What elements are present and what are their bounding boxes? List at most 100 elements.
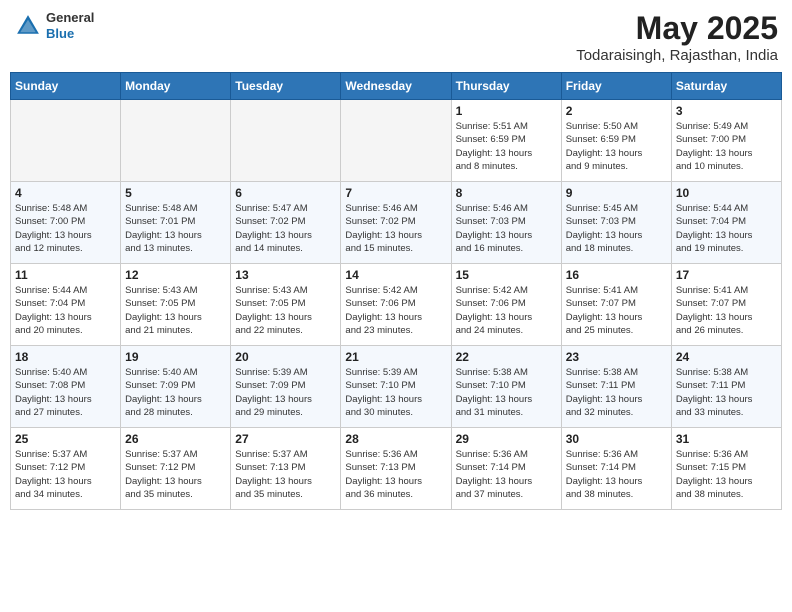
calendar-cell: 30 Sunrise: 5:36 AM Sunset: 7:14 PM Dayli… bbox=[561, 428, 671, 510]
day-number: 27 bbox=[235, 432, 336, 446]
weekday-header: Tuesday bbox=[231, 73, 341, 100]
calendar-week-row: 11 Sunrise: 5:44 AM Sunset: 7:04 PM Dayli… bbox=[11, 264, 782, 346]
logo-blue: Blue bbox=[46, 26, 94, 42]
calendar-title: May 2025 bbox=[576, 10, 778, 47]
calendar-cell: 6 Sunrise: 5:47 AM Sunset: 7:02 PM Daylig… bbox=[231, 182, 341, 264]
day-number: 7 bbox=[345, 186, 446, 200]
page-header: General Blue May 2025 Todaraisingh, Raja… bbox=[10, 10, 782, 64]
weekday-header-row: SundayMondayTuesdayWednesdayThursdayFrid… bbox=[11, 73, 782, 100]
day-number: 10 bbox=[676, 186, 777, 200]
calendar-cell: 23 Sunrise: 5:38 AM Sunset: 7:11 PM Dayli… bbox=[561, 346, 671, 428]
day-number: 20 bbox=[235, 350, 336, 364]
calendar-cell: 9Sunrise: 5:45 AM Sunset: 7:03 PM Daylig… bbox=[561, 182, 671, 264]
calendar-cell: 11 Sunrise: 5:44 AM Sunset: 7:04 PM Dayli… bbox=[11, 264, 121, 346]
calendar-cell: 5Sunrise: 5:48 AM Sunset: 7:01 PM Daylig… bbox=[121, 182, 231, 264]
day-info: Sunrise: 5:38 AM Sunset: 7:10 PM Dayligh… bbox=[456, 366, 557, 419]
calendar-week-row: 4Sunrise: 5:48 AM Sunset: 7:00 PM Daylig… bbox=[11, 182, 782, 264]
day-info: Sunrise: 5:43 AM Sunset: 7:05 PM Dayligh… bbox=[125, 284, 226, 337]
calendar-cell: 29 Sunrise: 5:36 AM Sunset: 7:14 PM Dayli… bbox=[451, 428, 561, 510]
day-info: Sunrise: 5:37 AM Sunset: 7:12 PM Dayligh… bbox=[125, 448, 226, 501]
logo: General Blue bbox=[14, 10, 94, 41]
day-info: Sunrise: 5:36 AM Sunset: 7:14 PM Dayligh… bbox=[456, 448, 557, 501]
day-number: 29 bbox=[456, 432, 557, 446]
day-number: 1 bbox=[456, 104, 557, 118]
day-number: 21 bbox=[345, 350, 446, 364]
calendar-cell: 16Sunrise: 5:41 AM Sunset: 7:07 PM Dayli… bbox=[561, 264, 671, 346]
logo-text: General Blue bbox=[46, 10, 94, 41]
calendar-cell: 17Sunrise: 5:41 AM Sunset: 7:07 PM Dayli… bbox=[671, 264, 781, 346]
day-info: Sunrise: 5:50 AM Sunset: 6:59 PM Dayligh… bbox=[566, 120, 667, 173]
calendar-week-row: 18Sunrise: 5:40 AM Sunset: 7:08 PM Dayli… bbox=[11, 346, 782, 428]
calendar-cell: 13 Sunrise: 5:43 AM Sunset: 7:05 PM Dayli… bbox=[231, 264, 341, 346]
day-info: Sunrise: 5:36 AM Sunset: 7:15 PM Dayligh… bbox=[676, 448, 777, 501]
weekday-header: Thursday bbox=[451, 73, 561, 100]
day-number: 14 bbox=[345, 268, 446, 282]
day-number: 11 bbox=[15, 268, 116, 282]
day-number: 26 bbox=[125, 432, 226, 446]
calendar-cell: 25Sunrise: 5:37 AM Sunset: 7:12 PM Dayli… bbox=[11, 428, 121, 510]
calendar-cell: 2 Sunrise: 5:50 AM Sunset: 6:59 PM Daylig… bbox=[561, 100, 671, 182]
day-info: Sunrise: 5:44 AM Sunset: 7:04 PM Dayligh… bbox=[676, 202, 777, 255]
calendar-cell: 14 Sunrise: 5:42 AM Sunset: 7:06 PM Dayli… bbox=[341, 264, 451, 346]
day-number: 31 bbox=[676, 432, 777, 446]
day-number: 15 bbox=[456, 268, 557, 282]
calendar-cell: 22 Sunrise: 5:38 AM Sunset: 7:10 PM Dayli… bbox=[451, 346, 561, 428]
calendar-cell: 27 Sunrise: 5:37 AM Sunset: 7:13 PM Dayli… bbox=[231, 428, 341, 510]
calendar-cell: 20 Sunrise: 5:39 AM Sunset: 7:09 PM Dayli… bbox=[231, 346, 341, 428]
day-number: 23 bbox=[566, 350, 667, 364]
day-number: 22 bbox=[456, 350, 557, 364]
day-info: Sunrise: 5:43 AM Sunset: 7:05 PM Dayligh… bbox=[235, 284, 336, 337]
day-number: 18 bbox=[15, 350, 116, 364]
day-info: Sunrise: 5:41 AM Sunset: 7:07 PM Dayligh… bbox=[676, 284, 777, 337]
day-info: Sunrise: 5:39 AM Sunset: 7:09 PM Dayligh… bbox=[235, 366, 336, 419]
day-number: 4 bbox=[15, 186, 116, 200]
day-info: Sunrise: 5:51 AM Sunset: 6:59 PM Dayligh… bbox=[456, 120, 557, 173]
calendar-cell: 1 Sunrise: 5:51 AM Sunset: 6:59 PM Daylig… bbox=[451, 100, 561, 182]
calendar-cell: 10 Sunrise: 5:44 AM Sunset: 7:04 PM Dayli… bbox=[671, 182, 781, 264]
day-info: Sunrise: 5:40 AM Sunset: 7:09 PM Dayligh… bbox=[125, 366, 226, 419]
day-number: 19 bbox=[125, 350, 226, 364]
day-info: Sunrise: 5:38 AM Sunset: 7:11 PM Dayligh… bbox=[566, 366, 667, 419]
weekday-header: Saturday bbox=[671, 73, 781, 100]
logo-icon bbox=[14, 12, 42, 40]
day-info: Sunrise: 5:38 AM Sunset: 7:11 PM Dayligh… bbox=[676, 366, 777, 419]
calendar-cell: 21 Sunrise: 5:39 AM Sunset: 7:10 PM Dayli… bbox=[341, 346, 451, 428]
weekday-header: Friday bbox=[561, 73, 671, 100]
day-info: Sunrise: 5:49 AM Sunset: 7:00 PM Dayligh… bbox=[676, 120, 777, 173]
day-info: Sunrise: 5:37 AM Sunset: 7:13 PM Dayligh… bbox=[235, 448, 336, 501]
calendar-cell: 12 Sunrise: 5:43 AM Sunset: 7:05 PM Dayli… bbox=[121, 264, 231, 346]
day-info: Sunrise: 5:37 AM Sunset: 7:12 PM Dayligh… bbox=[15, 448, 116, 501]
day-info: Sunrise: 5:47 AM Sunset: 7:02 PM Dayligh… bbox=[235, 202, 336, 255]
day-info: Sunrise: 5:44 AM Sunset: 7:04 PM Dayligh… bbox=[15, 284, 116, 337]
day-info: Sunrise: 5:36 AM Sunset: 7:14 PM Dayligh… bbox=[566, 448, 667, 501]
day-number: 2 bbox=[566, 104, 667, 118]
day-info: Sunrise: 5:39 AM Sunset: 7:10 PM Dayligh… bbox=[345, 366, 446, 419]
logo-general: General bbox=[46, 10, 94, 26]
day-number: 13 bbox=[235, 268, 336, 282]
calendar-cell bbox=[11, 100, 121, 182]
calendar-subtitle: Todaraisingh, Rajasthan, India bbox=[576, 47, 778, 64]
day-info: Sunrise: 5:46 AM Sunset: 7:03 PM Dayligh… bbox=[456, 202, 557, 255]
day-number: 30 bbox=[566, 432, 667, 446]
day-number: 24 bbox=[676, 350, 777, 364]
calendar-cell bbox=[231, 100, 341, 182]
calendar-cell: 3 Sunrise: 5:49 AM Sunset: 7:00 PM Daylig… bbox=[671, 100, 781, 182]
calendar-cell bbox=[341, 100, 451, 182]
calendar-cell: 15Sunrise: 5:42 AM Sunset: 7:06 PM Dayli… bbox=[451, 264, 561, 346]
day-info: Sunrise: 5:41 AM Sunset: 7:07 PM Dayligh… bbox=[566, 284, 667, 337]
day-info: Sunrise: 5:36 AM Sunset: 7:13 PM Dayligh… bbox=[345, 448, 446, 501]
day-number: 12 bbox=[125, 268, 226, 282]
calendar-cell: 26 Sunrise: 5:37 AM Sunset: 7:12 PM Dayli… bbox=[121, 428, 231, 510]
weekday-header: Sunday bbox=[11, 73, 121, 100]
calendar-cell bbox=[121, 100, 231, 182]
day-info: Sunrise: 5:48 AM Sunset: 7:01 PM Dayligh… bbox=[125, 202, 226, 255]
calendar-cell: 19 Sunrise: 5:40 AM Sunset: 7:09 PM Dayli… bbox=[121, 346, 231, 428]
day-number: 3 bbox=[676, 104, 777, 118]
calendar-week-row: 25Sunrise: 5:37 AM Sunset: 7:12 PM Dayli… bbox=[11, 428, 782, 510]
day-number: 6 bbox=[235, 186, 336, 200]
day-info: Sunrise: 5:42 AM Sunset: 7:06 PM Dayligh… bbox=[345, 284, 446, 337]
calendar-cell: 8Sunrise: 5:46 AM Sunset: 7:03 PM Daylig… bbox=[451, 182, 561, 264]
calendar-cell: 31 Sunrise: 5:36 AM Sunset: 7:15 PM Dayli… bbox=[671, 428, 781, 510]
calendar-cell: 4Sunrise: 5:48 AM Sunset: 7:00 PM Daylig… bbox=[11, 182, 121, 264]
calendar-cell: 7Sunrise: 5:46 AM Sunset: 7:02 PM Daylig… bbox=[341, 182, 451, 264]
